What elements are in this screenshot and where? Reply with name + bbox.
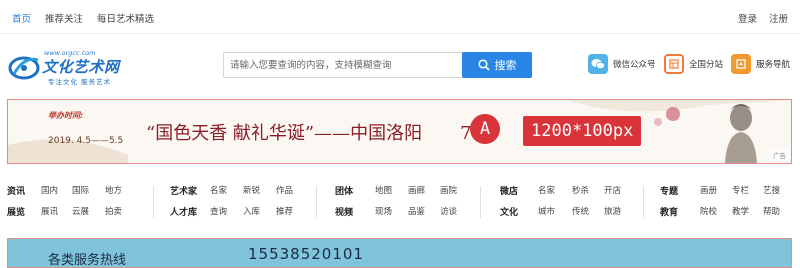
category-group-topics: 专题 画册 专栏 艺搜 教育 院校 教学 帮助	[660, 182, 780, 224]
category-link[interactable]: 作品	[276, 184, 293, 196]
category-head[interactable]: 教育	[660, 205, 700, 218]
category-link[interactable]: 画院	[440, 184, 457, 196]
category-head[interactable]: 资讯	[7, 184, 41, 197]
branch-icon	[664, 54, 684, 74]
banner-headline: “国色天香 献礼华诞”——中国洛阳 7	[146, 123, 472, 144]
category-group-shop: 微店 名家 秒杀 开店 文化 城市 传统 旅游	[500, 182, 621, 224]
category-link[interactable]: 院校	[700, 205, 732, 217]
site-logo[interactable]: www.orgcc.com 文化艺术网 专注文化 服务艺术	[8, 46, 128, 86]
quick-link-wechat[interactable]: 微信公众号	[588, 54, 656, 74]
category-link[interactable]: 现场	[375, 205, 408, 217]
category-link[interactable]: 名家	[210, 184, 243, 196]
header: www.orgcc.com 文化艺术网 专注文化 服务艺术 搜索 微信公众号	[0, 40, 800, 90]
category-link[interactable]: 画廊	[408, 184, 440, 196]
category-head[interactable]: 人才库	[170, 205, 210, 218]
category-link[interactable]: 云展	[72, 205, 105, 217]
category-link[interactable]: 秒杀	[572, 184, 604, 196]
category-link[interactable]: 城市	[538, 205, 572, 217]
category-link[interactable]: 品鉴	[408, 205, 440, 217]
category-nav: 资讯 国内 国际 地方 展览 展讯 云展 拍卖 艺术家 名家 新锐 作品 人才库…	[0, 182, 800, 222]
category-head[interactable]: 展览	[7, 205, 41, 218]
top-ad-banner[interactable]: 举办时间: 2019. 4.5——5.5 “国色天香 献礼华诞”——中国洛阳 7 …	[7, 99, 792, 164]
category-group-artists: 艺术家 名家 新锐 作品 人才库 查询 入库 推荐	[170, 182, 293, 224]
wechat-label: 微信公众号	[613, 60, 656, 70]
category-link[interactable]: 开店	[604, 184, 621, 196]
site-name: 文化艺术网	[42, 58, 120, 76]
category-link[interactable]: 拍卖	[105, 205, 122, 217]
category-link[interactable]: 传统	[572, 205, 604, 217]
category-link[interactable]: 教学	[732, 205, 763, 217]
category-link[interactable]: 帮助	[763, 205, 780, 217]
category-link[interactable]: 地图	[375, 184, 408, 196]
banner2-text: 各类服务热线	[48, 253, 127, 268]
category-head[interactable]: 文化	[500, 205, 538, 218]
category-divider	[316, 186, 317, 218]
category-divider	[643, 186, 644, 218]
site-slogan: 专注文化 服务艺术	[48, 78, 112, 86]
search-bar: 搜索	[223, 52, 532, 78]
category-link[interactable]: 艺搜	[763, 184, 780, 196]
category-link[interactable]: 新锐	[243, 184, 276, 196]
search-button-label: 搜索	[494, 60, 517, 72]
login-link[interactable]: 登录	[738, 11, 757, 25]
ad-slot-size: 1200*100px	[523, 116, 642, 146]
search-input[interactable]	[224, 53, 462, 77]
second-ad-banner[interactable]: 各类服务热线 15538520101	[7, 238, 792, 268]
event-time-label: 举办时间:	[48, 111, 84, 120]
category-link[interactable]: 旅游	[604, 205, 621, 217]
category-link[interactable]: 推荐	[276, 205, 293, 217]
service-icon	[731, 54, 751, 74]
search-icon	[477, 59, 490, 71]
top-link-daily[interactable]: 每日艺术精选	[97, 11, 154, 25]
category-head[interactable]: 微店	[500, 184, 538, 197]
logo-mark-icon	[8, 56, 40, 80]
statue-illustration	[725, 104, 757, 163]
top-bar: 首页 推荐关注 每日艺术精选 登录 注册	[0, 0, 800, 34]
quick-link-branches[interactable]: 全国分站	[664, 54, 723, 74]
category-link[interactable]: 国际	[72, 184, 105, 196]
category-link[interactable]: 地方	[105, 184, 122, 196]
category-divider	[153, 186, 154, 218]
category-head[interactable]: 专题	[660, 184, 700, 197]
wechat-icon	[588, 54, 608, 74]
category-head[interactable]: 团体	[335, 184, 375, 197]
service-label: 服务导航	[756, 60, 791, 70]
category-group-groups: 团体 地图 画廊 画院 视频 现场 品鉴 访谈	[335, 182, 457, 224]
category-link[interactable]: 专栏	[732, 184, 763, 196]
category-head[interactable]: 艺术家	[170, 184, 210, 197]
top-link-home[interactable]: 首页	[12, 11, 31, 25]
event-date: 2019. 4.5——5.5	[48, 136, 124, 146]
category-link[interactable]: 画册	[700, 184, 732, 196]
search-button[interactable]: 搜索	[462, 52, 532, 78]
category-link[interactable]: 查询	[210, 205, 243, 217]
category-link[interactable]: 国内	[41, 184, 72, 196]
category-divider	[480, 186, 481, 218]
register-link[interactable]: 注册	[769, 11, 788, 25]
ad-slot-letter: A	[470, 114, 500, 144]
category-head[interactable]: 视频	[335, 205, 375, 218]
category-link[interactable]: 展讯	[41, 205, 72, 217]
top-nav: 首页 推荐关注 每日艺术精选	[12, 11, 154, 25]
category-link[interactable]: 名家	[538, 184, 572, 196]
category-link[interactable]: 入库	[243, 205, 276, 217]
quick-link-service[interactable]: 服务导航	[731, 54, 790, 74]
category-link[interactable]: 访谈	[440, 205, 457, 217]
top-link-recommend[interactable]: 推荐关注	[45, 11, 83, 25]
account-links: 登录 注册	[738, 11, 788, 25]
branches-label: 全国分站	[689, 60, 724, 70]
category-group-news: 资讯 国内 国际 地方 展览 展讯 云展 拍卖	[7, 182, 122, 224]
ad-tag: 广告	[770, 149, 789, 161]
banner2-phone: 15538520101	[248, 245, 364, 263]
